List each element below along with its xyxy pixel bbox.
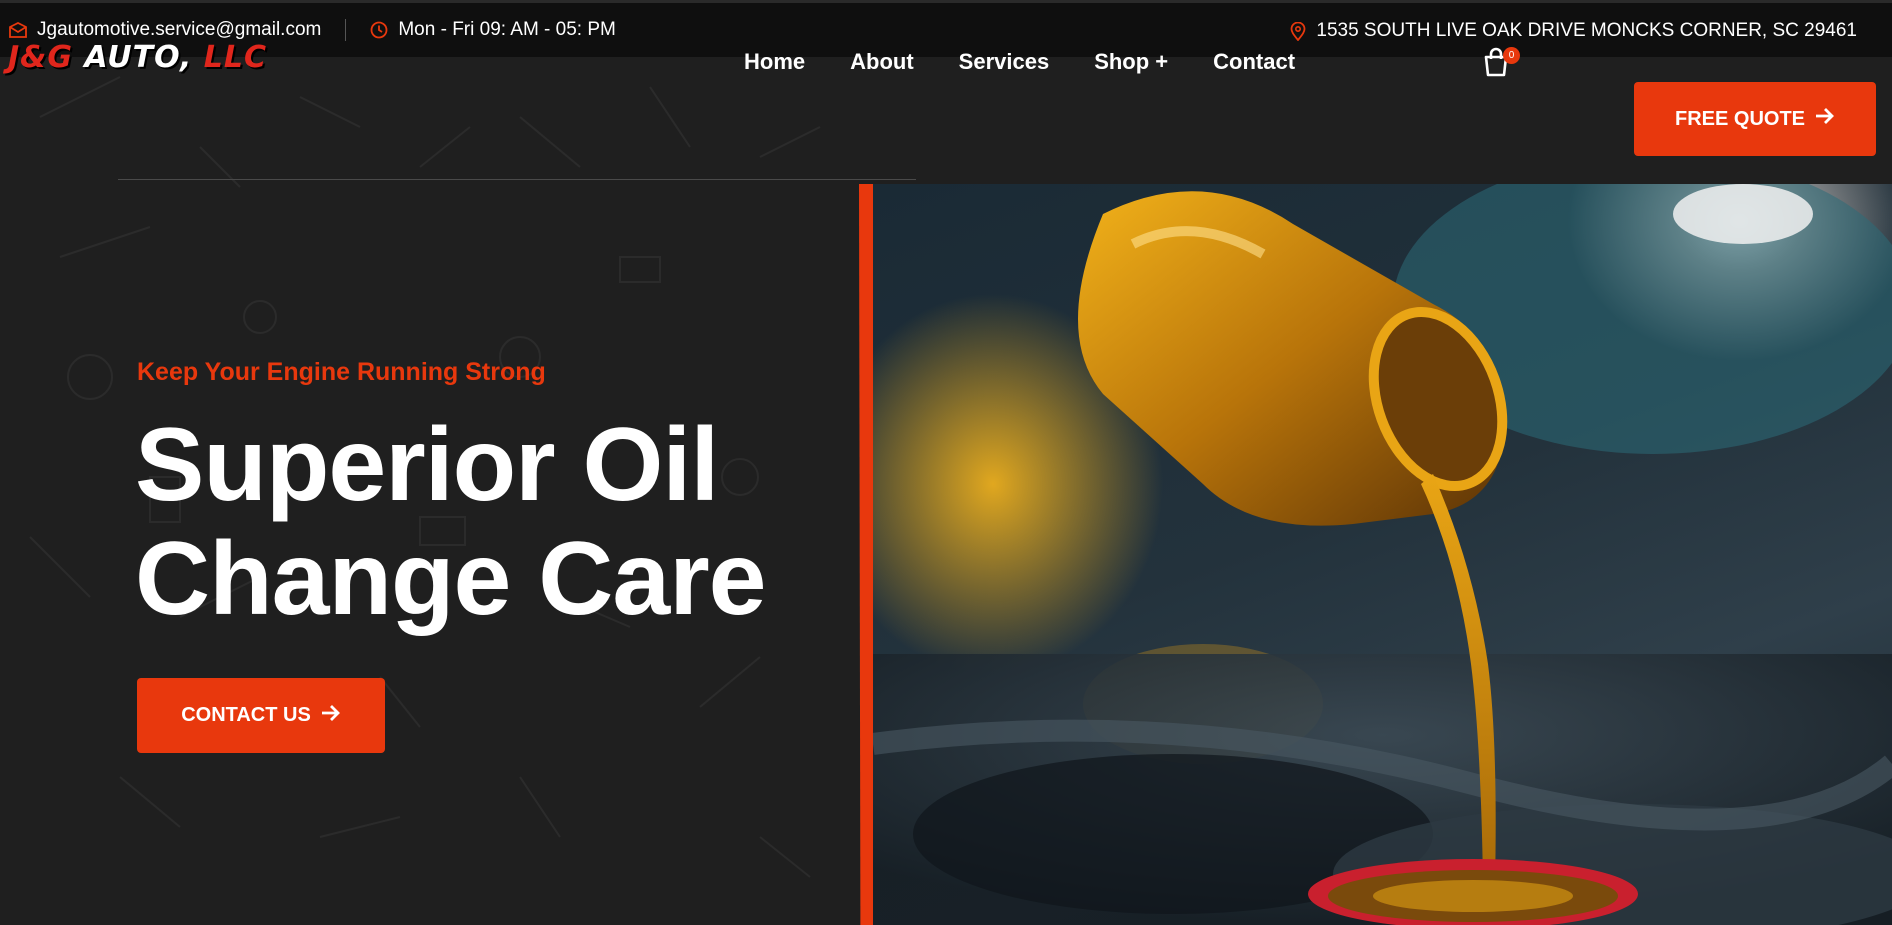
cart-button[interactable]: 0 (1482, 47, 1520, 81)
nav-item-contact[interactable]: Contact (1213, 49, 1295, 75)
arrow-right-icon (1815, 107, 1835, 131)
address-contact[interactable]: 1535 SOUTH LIVE OAK DRIVE MONCKS CORNER,… (1290, 20, 1857, 42)
main-nav: Home About Services Shop + Contact (744, 49, 1295, 75)
hero-tagline: Keep Your Engine Running Strong (137, 358, 546, 386)
hours-text: Mon - Fri 09: AM - 05: PM (398, 19, 616, 40)
brand-logo-part2: AUTO, (84, 40, 193, 75)
hero-headline-line2: Change Care (135, 521, 767, 637)
topbar-divider (345, 19, 347, 41)
hero-image (873, 184, 1892, 925)
business-hours: Mon - Fri 09: AM - 05: PM (370, 19, 616, 41)
nav-item-services[interactable]: Services (959, 49, 1050, 75)
clock-icon (370, 21, 388, 39)
nav-item-shop[interactable]: Shop + (1094, 49, 1168, 75)
email-text[interactable]: Jgautomotive.service@gmail.com (37, 19, 321, 41)
cart-count-badge: 0 (1503, 47, 1520, 64)
map-pin-icon (1290, 21, 1306, 41)
hero-accent-divider (859, 184, 873, 925)
hero-headline: Superior Oil Change Care (135, 407, 767, 637)
brand-logo[interactable]: J&G AUTO, LLC (8, 40, 267, 75)
brand-logo-part1: J&G (8, 40, 73, 75)
address-text[interactable]: 1535 SOUTH LIVE OAK DRIVE MONCKS CORNER,… (1316, 20, 1857, 42)
oil-pour-illustration (873, 184, 1892, 925)
nav-item-about[interactable]: About (850, 49, 914, 75)
contact-us-button[interactable]: CONTACT US (137, 678, 385, 753)
hero-headline-line1: Superior Oil (135, 407, 719, 523)
arrow-right-icon (321, 704, 341, 728)
shopping-bag-icon (1482, 47, 1510, 81)
free-quote-button[interactable]: FREE QUOTE (1634, 82, 1876, 156)
brand-logo-part3: LLC (203, 40, 268, 75)
contact-us-label: CONTACT US (181, 704, 311, 726)
nav-item-home[interactable]: Home (744, 49, 805, 75)
email-contact[interactable]: Jgautomotive.service@gmail.com (9, 19, 321, 41)
envelope-icon (9, 22, 27, 38)
free-quote-label: FREE QUOTE (1674, 107, 1805, 130)
header-divider (118, 179, 916, 180)
